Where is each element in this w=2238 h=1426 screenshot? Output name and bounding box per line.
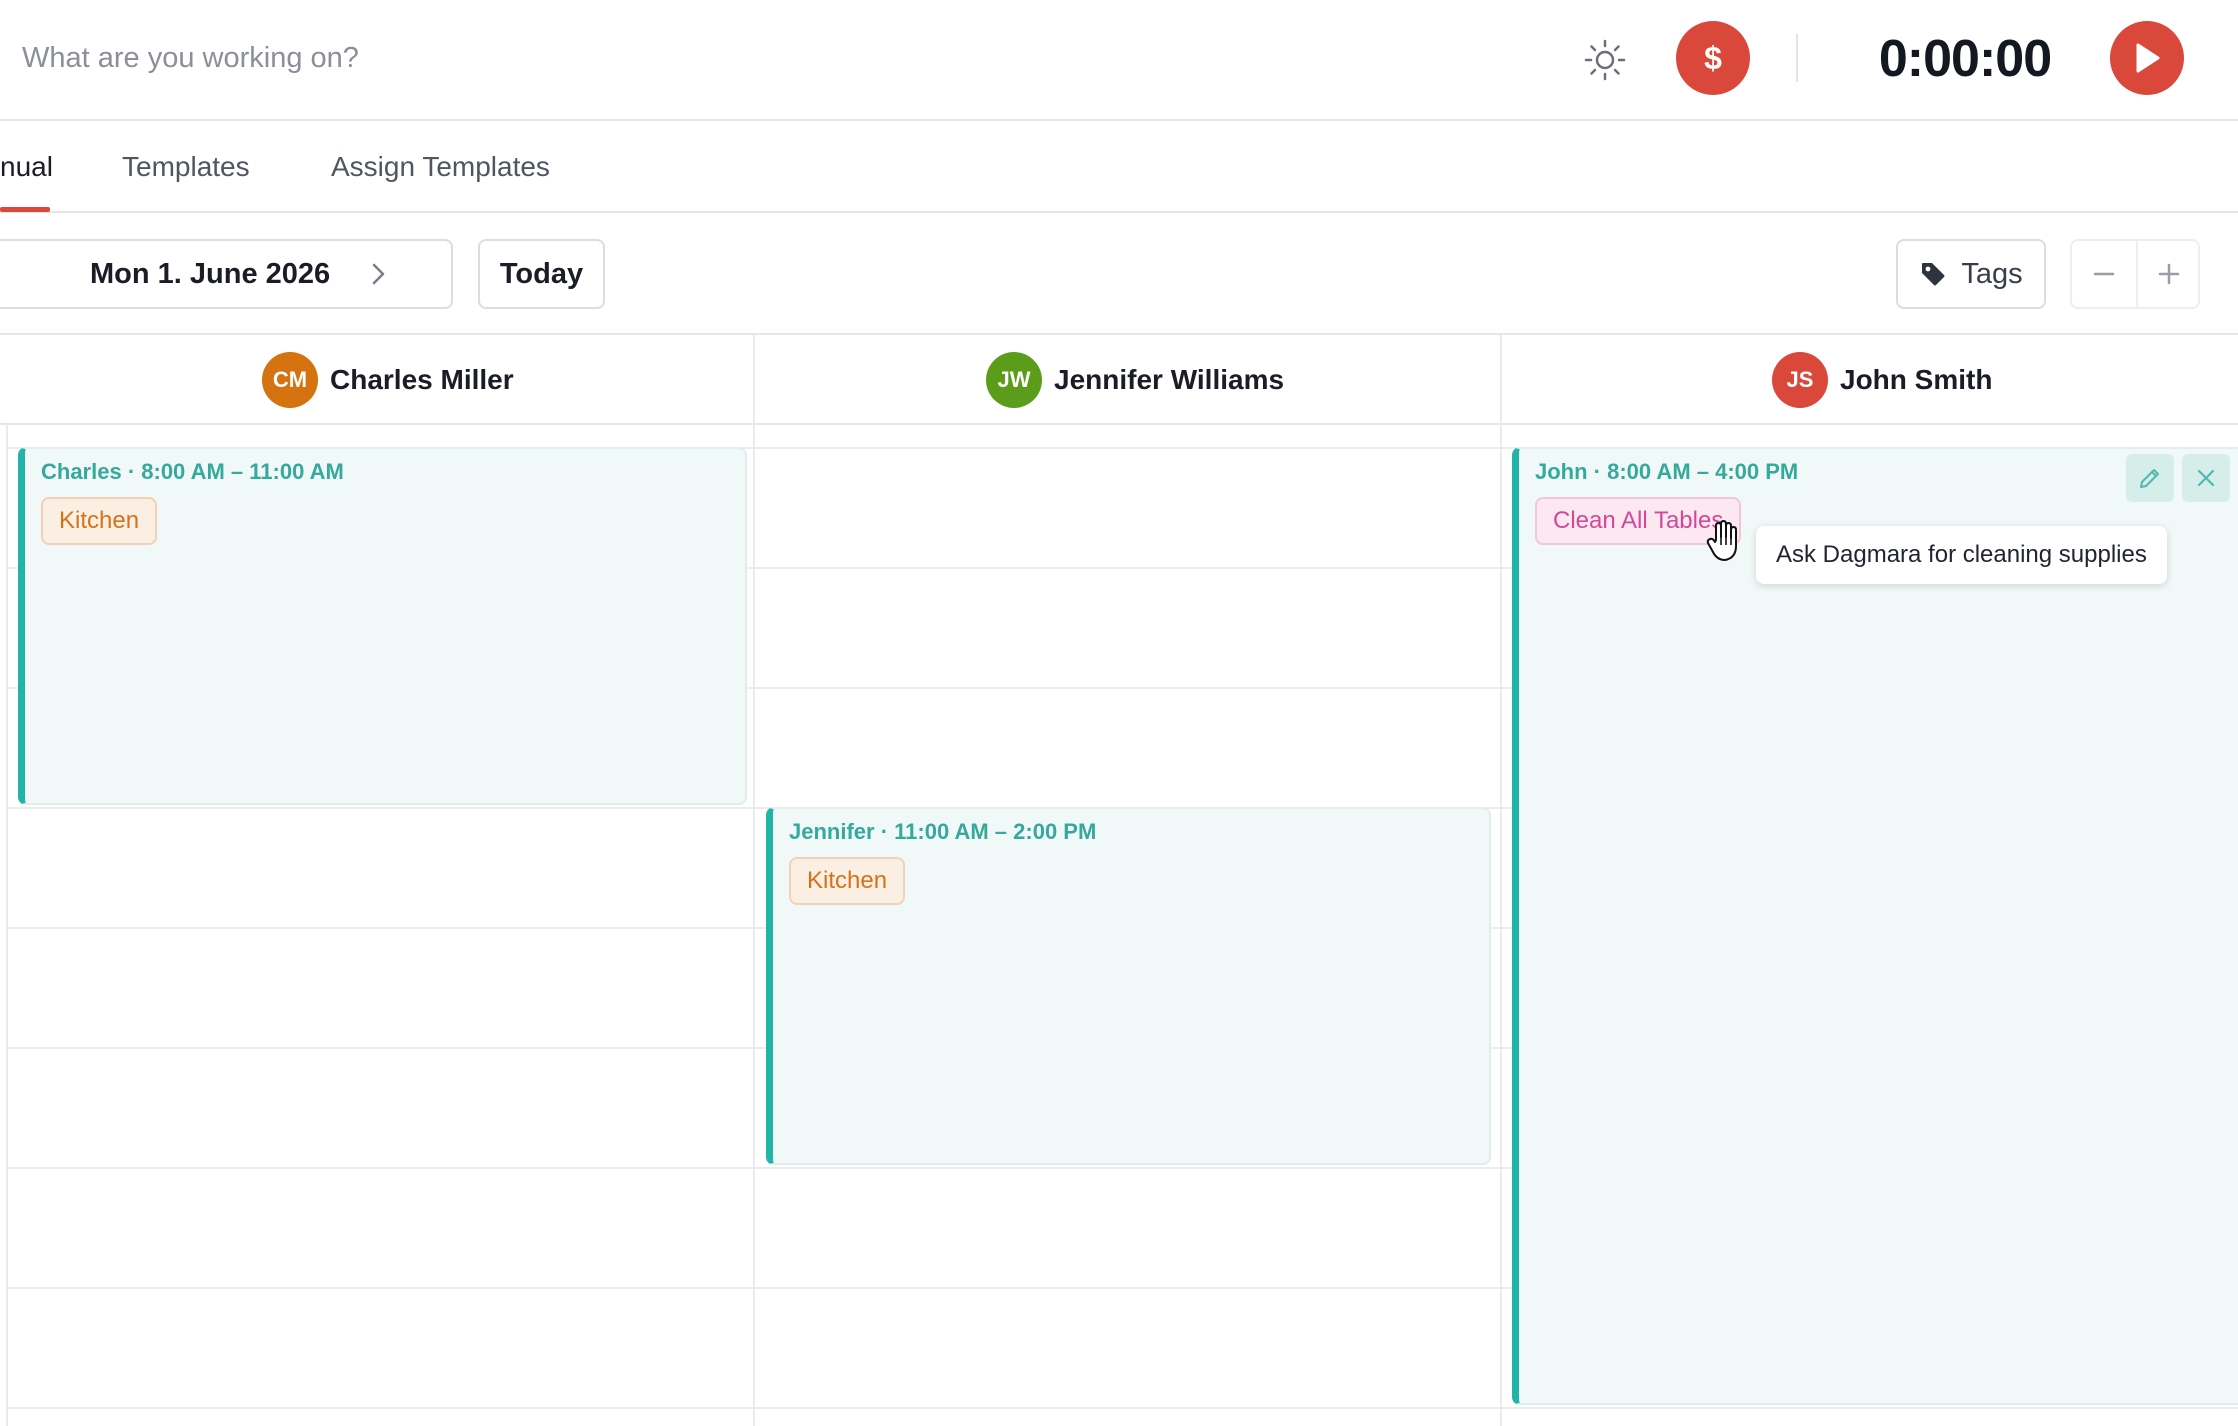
date-picker[interactable]: Mon 1. June 2026 [0, 239, 453, 309]
sun-icon[interactable] [1583, 38, 1627, 82]
work-description-input[interactable] [22, 28, 1222, 88]
tags-button[interactable]: Tags [1896, 239, 2046, 309]
avatar: JS [1772, 352, 1828, 408]
shift-card-john[interactable]: John · 8:00 AM – 4:00 PM Clean All Table… [1512, 447, 2238, 1405]
employee-header-row: CM Charles Miller JW Jennifer Williams J… [0, 335, 2238, 425]
pencil-icon [2140, 469, 2159, 488]
zoom-in-button[interactable] [2137, 241, 2201, 307]
employee-name: John Smith [1840, 364, 1993, 395]
shift-title: Jennifer · 11:00 AM – 2:00 PM [789, 819, 1097, 844]
divider [1796, 34, 1798, 82]
column-divider [6, 425, 8, 1426]
play-icon [2136, 43, 2160, 73]
schedule-toolbar: Mon 1. June 2026 Today Tags [0, 213, 2238, 335]
zoom-controls [2070, 239, 2200, 309]
active-tab-indicator [0, 207, 50, 212]
employee-header-charles: CM Charles Miller [262, 335, 514, 425]
plus-icon [2158, 263, 2180, 285]
column-divider [1500, 335, 1502, 1426]
employee-name: Jennifer Williams [1054, 364, 1285, 395]
avatar: JW [986, 352, 1042, 408]
today-button[interactable]: Today [478, 239, 605, 309]
current-date: Mon 1. June 2026 [90, 258, 331, 290]
avatar: CM [262, 352, 318, 408]
scheduler-page: $ 0:00:00 nual Templates Assign Template… [0, 0, 2238, 1426]
employee-name: Charles Miller [330, 364, 514, 395]
tab-label: nual [0, 151, 53, 182]
tab-manual[interactable]: nual [0, 121, 53, 213]
zoom-out-button[interactable] [2072, 241, 2136, 307]
top-bar: $ 0:00:00 [0, 0, 2238, 121]
employee-header-john: JS John Smith [1772, 335, 1992, 425]
shift-tag-kitchen[interactable]: Kitchen [41, 497, 158, 545]
employee-header-jennifer: JW Jennifer Williams [986, 335, 1284, 425]
start-timer-button[interactable] [2110, 21, 2184, 95]
hour-line [6, 1407, 2238, 1409]
chevron-right-icon[interactable] [364, 260, 392, 288]
billing-button[interactable]: $ [1676, 21, 1750, 95]
minus-icon [2093, 272, 2115, 276]
tab-templates[interactable]: Templates [122, 121, 250, 213]
shift-tag-kitchen[interactable]: Kitchen [789, 857, 906, 905]
shift-title: Charles · 8:00 AM – 11:00 AM [41, 459, 344, 484]
tags-label: Tags [1961, 257, 2023, 290]
column-divider [753, 335, 755, 1426]
tag-icon [1922, 263, 1945, 286]
delete-shift-button[interactable] [2182, 454, 2230, 502]
timer-display: 0:00:00 [1878, 30, 2052, 88]
shift-title: John · 8:00 AM – 4:00 PM [1535, 459, 1799, 484]
hand-cursor-icon [1706, 520, 1737, 561]
tag-note-tooltip: Ask Dagmara for cleaning supplies [1756, 526, 2167, 584]
tab-assign-templates[interactable]: Assign Templates [331, 121, 550, 213]
schedule-tabs: nual Templates Assign Templates [0, 121, 2238, 213]
close-icon [2197, 469, 2215, 487]
shift-card-jennifer[interactable]: Jennifer · 11:00 AM – 2:00 PM Kitchen [766, 807, 1491, 1165]
shift-card-charles[interactable]: Charles · 8:00 AM – 11:00 AM Kitchen [18, 447, 747, 805]
dollar-icon: $ [1704, 39, 1722, 76]
edit-shift-button[interactable] [2126, 454, 2174, 502]
